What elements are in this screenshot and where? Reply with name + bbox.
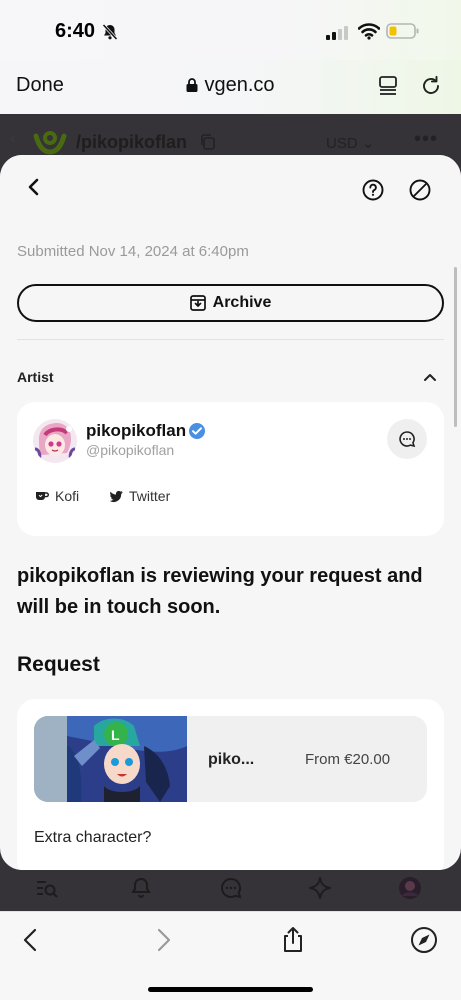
share-icon[interactable] xyxy=(279,926,307,954)
artist-section-heading: Artist xyxy=(17,369,54,385)
kofi-link[interactable]: Kofi xyxy=(35,488,79,504)
scrollbar[interactable] xyxy=(454,267,457,427)
artist-avatar[interactable] xyxy=(33,419,77,463)
reload-icon[interactable] xyxy=(419,74,443,98)
browser-forward-icon[interactable] xyxy=(149,926,177,954)
sheet-header xyxy=(0,155,461,217)
bell-icon xyxy=(131,877,151,898)
product-price: From €20.00 xyxy=(305,751,391,768)
user-avatar-icon xyxy=(399,877,421,899)
sparkle-icon xyxy=(309,877,331,899)
vgen-logo-icon xyxy=(33,131,67,155)
browser-back-icon[interactable] xyxy=(17,926,45,954)
browser-address-bar: Done vgen.co xyxy=(0,60,461,114)
back-icon[interactable] xyxy=(24,177,44,197)
kofi-icon xyxy=(36,492,49,500)
twitter-label: Twitter xyxy=(129,488,171,504)
message-artist-button[interactable] xyxy=(387,419,427,459)
request-title-cut-off xyxy=(17,219,277,227)
divider xyxy=(17,339,444,340)
more-icon: ••• xyxy=(414,128,439,150)
battery-icon xyxy=(386,23,419,39)
extra-character-label: Extra character? xyxy=(34,829,152,846)
profile-username: /pikopikoflan xyxy=(76,132,188,152)
status-time: 6:40 xyxy=(55,20,96,42)
currency-label: USD xyxy=(326,135,358,152)
artist-handle: @pikopikoflan xyxy=(86,442,175,458)
url-text: vgen.co xyxy=(204,74,275,96)
twitter-icon xyxy=(109,490,123,503)
search-list-icon xyxy=(37,881,58,898)
archive-label: Archive xyxy=(212,294,272,311)
bell-off-icon xyxy=(102,23,118,41)
artist-name[interactable]: pikopikoflan xyxy=(86,421,186,441)
status-bar: 6:40 xyxy=(0,0,461,60)
submitted-date: Submitted Nov 14, 2024 at 6:40pm xyxy=(17,243,249,260)
svg-text:L: L xyxy=(111,727,120,743)
reader-tabs-icon[interactable] xyxy=(376,74,400,98)
currency-selector: USD ⌄ xyxy=(326,135,375,152)
chat-icon xyxy=(221,877,242,899)
block-icon[interactable] xyxy=(409,179,431,201)
request-detail-sheet: Submitted Nov 14, 2024 at 6:40pm Archive… xyxy=(0,155,461,870)
twitter-link[interactable]: Twitter xyxy=(109,488,170,504)
archive-icon xyxy=(189,295,206,311)
request-heading: Request xyxy=(17,653,100,676)
archive-button[interactable]: Archive xyxy=(17,284,444,322)
product-item[interactable]: L piko... From €20.00 xyxy=(34,716,427,802)
chevron-up-icon[interactable] xyxy=(422,369,438,385)
cellular-signal-icon xyxy=(326,26,348,40)
kofi-label: Kofi xyxy=(55,488,80,504)
help-icon[interactable] xyxy=(362,179,384,201)
verified-badge-icon xyxy=(189,423,205,439)
home-indicator xyxy=(148,987,313,992)
artist-card: pikopikoflan @pikopikoflan Kofi Twitter xyxy=(17,402,444,536)
browser-toolbar xyxy=(0,911,461,1000)
product-name: piko... xyxy=(208,751,255,768)
request-card: L piko... From €20.00 Extra character? xyxy=(17,699,444,870)
product-thumbnail: L xyxy=(34,716,187,802)
site-bottom-nav xyxy=(0,866,461,911)
chat-bubble-icon xyxy=(399,431,416,448)
status-message: pikopikoflan is reviewing your request a… xyxy=(17,565,423,618)
back-chevron-icon: ‹ xyxy=(10,130,16,147)
copy-icon xyxy=(201,134,215,150)
compass-icon[interactable] xyxy=(410,926,438,954)
lock-icon xyxy=(186,78,198,92)
wifi-icon xyxy=(358,23,380,40)
